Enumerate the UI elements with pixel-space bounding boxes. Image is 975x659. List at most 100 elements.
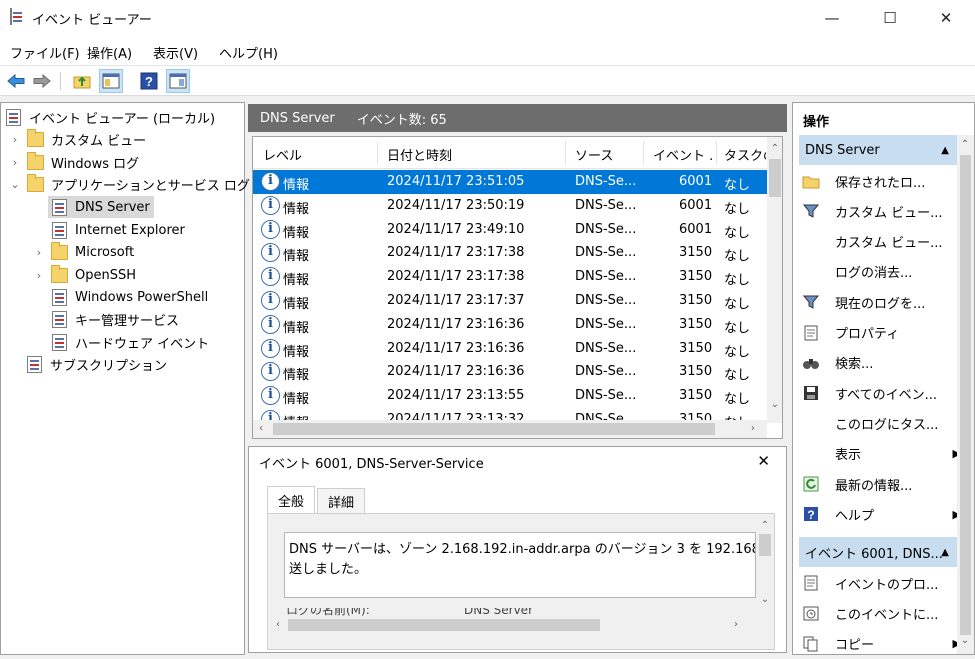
close-icon[interactable]: ✕ bbox=[757, 452, 770, 470]
table-row[interactable]: i 情報 2024/11/17 23:50:19 DNS-Se... 6001 なし bbox=[253, 194, 767, 218]
action-item[interactable]: カスタム ビュー... bbox=[801, 228, 961, 256]
chevron-down-icon[interactable]: ⌄ bbox=[9, 178, 21, 191]
tree-item-app-services[interactable]: ⌄ アプリケーションとサービス ログ bbox=[9, 173, 250, 195]
forward-arrow-icon bbox=[33, 73, 51, 89]
chevron-right-icon[interactable]: › bbox=[9, 156, 21, 169]
table-row[interactable]: i 情報 2024/11/17 23:17:37 DNS-Se... 3150 なし bbox=[253, 289, 767, 313]
column-separator[interactable] bbox=[565, 141, 566, 165]
tree-item-openssh[interactable]: › OpenSSH bbox=[33, 264, 136, 286]
tree-item-powershell[interactable]: Windows PowerShell bbox=[48, 286, 208, 308]
chevron-right-icon[interactable]: › bbox=[33, 269, 45, 282]
action-item[interactable]: ?ヘルプ▶ bbox=[801, 500, 961, 528]
scroll-down-icon[interactable]: ⌄ bbox=[757, 594, 773, 605]
action-item[interactable]: イベントのプロ... bbox=[801, 569, 961, 597]
scroll-thumb[interactable] bbox=[273, 423, 715, 435]
scroll-down-icon[interactable]: ⌄ bbox=[767, 399, 782, 410]
scroll-down-icon[interactable]: ⌄ bbox=[957, 635, 973, 646]
up-folder-button[interactable] bbox=[70, 69, 94, 93]
scroll-up-icon[interactable]: ⌃ bbox=[757, 520, 773, 531]
scroll-left-icon[interactable]: ‹ bbox=[270, 619, 286, 630]
action-item[interactable]: このログにタス... bbox=[801, 409, 961, 437]
tab-details[interactable]: 詳細 bbox=[317, 488, 366, 514]
column-event-id[interactable]: イベント ... bbox=[653, 145, 713, 164]
tree-item-microsoft[interactable]: › Microsoft bbox=[33, 241, 134, 263]
tree-item-dns-server[interactable]: DNS Server bbox=[48, 196, 154, 218]
action-item[interactable]: すべてのイベン... bbox=[801, 379, 961, 407]
column-task[interactable]: タスクの bbox=[724, 145, 766, 164]
table-row[interactable]: i 情報 2024/11/17 23:17:38 DNS-Se... 3150 なし bbox=[253, 265, 767, 289]
action-item[interactable]: カスタム ビュー... bbox=[801, 197, 961, 225]
details-vscroll[interactable]: ⌃ ⌄ bbox=[756, 514, 774, 616]
back-button[interactable] bbox=[4, 69, 28, 93]
refresh-icon bbox=[801, 475, 821, 493]
menu-action[interactable]: 操作(A) bbox=[87, 43, 132, 62]
folder-icon bbox=[51, 241, 68, 260]
table-row[interactable]: i 情報 2024/11/17 23:17:38 DNS-Se... 3150 なし bbox=[253, 241, 767, 265]
column-datetime[interactable]: 日付と時刻 bbox=[387, 145, 557, 164]
scroll-up-icon[interactable]: ⌃ bbox=[767, 143, 782, 154]
action-section-event[interactable]: イベント 6001, DNS... ▲ bbox=[799, 537, 957, 567]
tree-item-internet-explorer[interactable]: Internet Explorer bbox=[48, 219, 185, 241]
scroll-thumb[interactable] bbox=[769, 159, 781, 197]
show-hide-action-pane-button[interactable] bbox=[166, 69, 190, 93]
maximize-button[interactable]: ☐ bbox=[861, 0, 919, 36]
collapse-up-icon[interactable]: ▲ bbox=[941, 547, 949, 558]
table-row[interactable]: i 情報 2024/11/17 23:16:36 DNS-Se... 3150 なし bbox=[253, 360, 767, 384]
table-row[interactable]: i 情報 2024/11/17 23:49:10 DNS-Se... 6001 なし bbox=[253, 218, 767, 242]
event-list-vscroll[interactable]: ⌃ ⌄ bbox=[767, 137, 782, 423]
tab-general[interactable]: 全般 bbox=[267, 486, 316, 514]
actions-vscroll[interactable]: ⌃ ⌄ bbox=[957, 135, 974, 654]
column-separator[interactable] bbox=[377, 141, 378, 165]
menu-help[interactable]: ヘルプ(H) bbox=[219, 43, 278, 62]
log-header: DNS Server イベント数: 65 bbox=[248, 104, 787, 132]
action-item[interactable]: このイベントに... bbox=[801, 599, 961, 627]
menu-view[interactable]: 表示(V) bbox=[153, 43, 198, 62]
minimize-button[interactable]: — bbox=[803, 0, 861, 36]
action-section-dns-server[interactable]: DNS Server ▲ bbox=[799, 135, 957, 165]
action-item[interactable]: 現在のログを... bbox=[801, 288, 961, 316]
subscriptions-icon bbox=[27, 355, 42, 373]
tree-item-custom-views[interactable]: › カスタム ビュー bbox=[9, 128, 146, 150]
chevron-right-icon[interactable]: › bbox=[33, 246, 45, 259]
details-hscroll[interactable]: ‹ › bbox=[268, 616, 756, 634]
action-item[interactable]: 検索... bbox=[801, 349, 961, 377]
action-item[interactable]: コピー▶ bbox=[801, 630, 961, 658]
scroll-right-icon[interactable]: › bbox=[728, 619, 744, 630]
forward-button[interactable] bbox=[30, 69, 54, 93]
actions-pane: 操作 DNS Server ▲ 保存されたロ... カスタム ビュー... カスタム… bbox=[792, 102, 975, 655]
tree-item-root[interactable]: イベント ビューアー (ローカル) bbox=[6, 106, 215, 128]
scroll-thumb[interactable] bbox=[759, 534, 771, 556]
tree-item-key-management[interactable]: キー管理サービス bbox=[48, 308, 179, 330]
scroll-up-icon[interactable]: ⌃ bbox=[957, 139, 973, 150]
column-separator[interactable] bbox=[643, 141, 644, 165]
chevron-right-icon[interactable]: › bbox=[9, 133, 21, 146]
collapse-up-icon[interactable]: ▲ bbox=[941, 145, 949, 156]
help-button[interactable]: ? bbox=[137, 69, 161, 93]
table-row[interactable]: i 情報 2024/11/17 23:13:55 DNS-Se... 3150 なし bbox=[253, 384, 767, 408]
cell-source: DNS-Se... bbox=[575, 245, 637, 261]
show-hide-tree-button[interactable] bbox=[99, 69, 123, 93]
action-item[interactable]: 最新の情報... bbox=[801, 470, 961, 498]
scroll-left-icon[interactable]: ‹ bbox=[253, 423, 269, 434]
event-list-hscroll[interactable]: ‹ › bbox=[253, 420, 767, 438]
tree-item-windows-logs[interactable]: › Windows ログ bbox=[9, 151, 139, 173]
log-name-value: DNS Server bbox=[464, 608, 533, 616]
tree-item-hardware-events[interactable]: ハードウェア イベント bbox=[48, 331, 209, 353]
action-item[interactable]: ログの消去... bbox=[801, 258, 961, 286]
action-item[interactable]: 保存されたロ... bbox=[801, 167, 961, 195]
table-row[interactable]: i 情報 2024/11/17 23:51:05 DNS-Se... 6001 なし bbox=[253, 170, 767, 194]
action-item[interactable]: 表示▶ bbox=[801, 440, 961, 468]
menu-file[interactable]: ファイル(F) bbox=[10, 43, 80, 62]
column-source[interactable]: ソース bbox=[575, 145, 635, 164]
tree-item-subscriptions[interactable]: サブスクリプション bbox=[27, 353, 167, 375]
table-row[interactable]: i 情報 2024/11/17 23:16:36 DNS-Se... 3150 なし bbox=[253, 337, 767, 361]
event-description[interactable]: DNS サーバーは、ゾーン 2.168.192.in-addr.arpa のバー… bbox=[284, 532, 756, 598]
close-button[interactable]: ✕ bbox=[917, 0, 975, 36]
table-row[interactable]: i 情報 2024/11/17 23:16:36 DNS-Se... 3150 なし bbox=[253, 313, 767, 337]
scroll-thumb[interactable] bbox=[288, 619, 600, 631]
scroll-thumb[interactable] bbox=[960, 155, 971, 635]
column-level[interactable]: レベル bbox=[263, 145, 363, 164]
action-item[interactable]: プロパティ bbox=[801, 319, 961, 347]
scroll-right-icon[interactable]: › bbox=[745, 423, 761, 434]
column-separator[interactable] bbox=[716, 141, 717, 165]
